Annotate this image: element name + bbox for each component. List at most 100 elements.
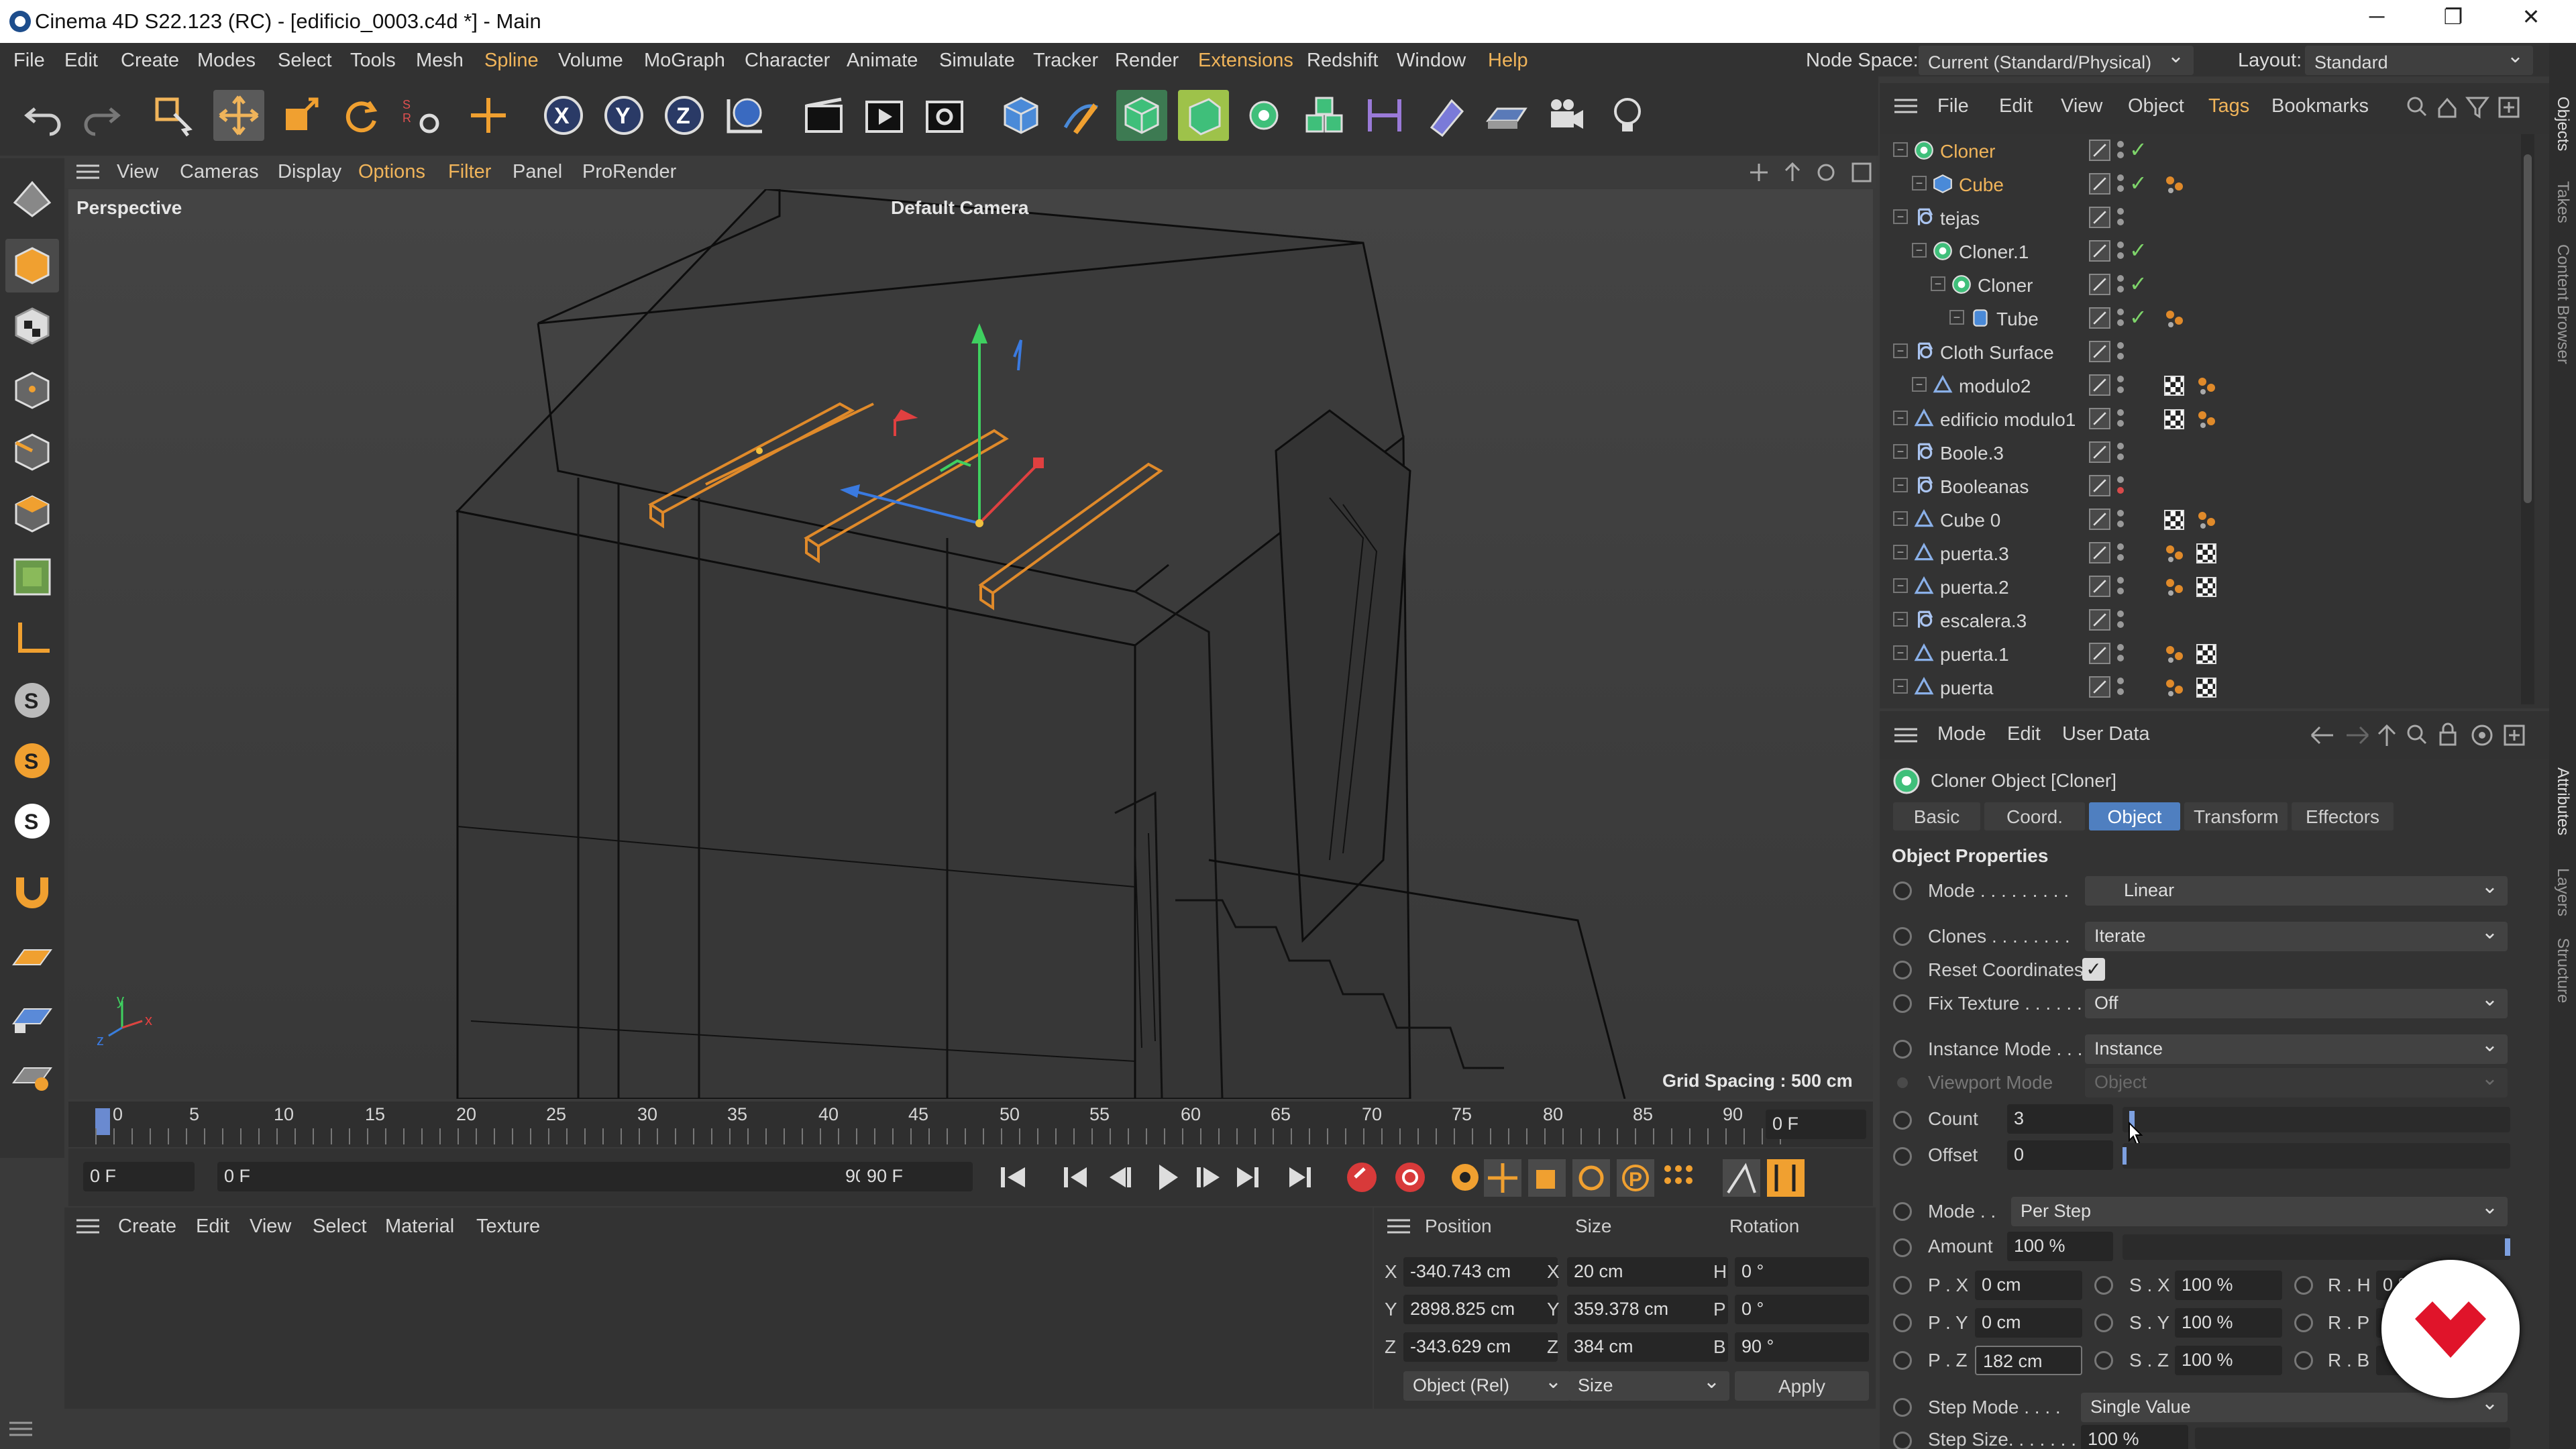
amount-field[interactable]: 100 %: [2007, 1232, 2113, 1261]
viewport-menu-display[interactable]: Display: [278, 161, 341, 183]
enabled-check-icon[interactable]: ✓: [2129, 237, 2147, 263]
mode-dropdown[interactable]: Linear: [2085, 875, 2508, 906]
viewport-menu-cameras[interactable]: Cameras: [180, 161, 259, 183]
object-name[interactable]: puerta.3: [1940, 543, 2009, 565]
side-tab-structure[interactable]: Structure: [2553, 938, 2572, 1003]
sx-field[interactable]: 100 %: [2175, 1271, 2282, 1300]
edges-mode-button[interactable]: [5, 425, 59, 479]
mode-radio[interactable]: [1893, 881, 1912, 900]
offset-field[interactable]: 0: [2007, 1140, 2113, 1170]
attribute-hamburger-icon[interactable]: [1894, 727, 1917, 743]
object-row[interactable]: − Cube 0: [1880, 503, 2517, 537]
apply-button[interactable]: Apply: [1735, 1371, 1869, 1401]
tab-basic[interactable]: Basic: [1893, 802, 1980, 830]
layer-icon[interactable]: [2089, 643, 2110, 664]
menu-tracker[interactable]: Tracker: [1033, 50, 1098, 72]
expand-toggle[interactable]: −: [1893, 142, 1908, 157]
previous-frame-icon[interactable]: [1110, 1167, 1131, 1187]
camera-label[interactable]: Default Camera: [891, 197, 1028, 219]
om-header-icons[interactable]: [2406, 94, 2530, 121]
expand-toggle[interactable]: −: [1893, 645, 1908, 660]
pos-y-field[interactable]: 2898.825 cm: [1403, 1295, 1558, 1324]
object-name[interactable]: modulo2: [1959, 376, 2031, 397]
phong-tag-icon[interactable]: [2164, 577, 2184, 597]
object-list-scrollbar[interactable]: [2521, 134, 2534, 704]
object-row[interactable]: − puerta.2: [1880, 570, 2517, 604]
solo-selection-button[interactable]: S: [5, 794, 59, 848]
expand-toggle[interactable]: −: [1893, 679, 1908, 694]
timeline-ruler[interactable]: 0 5 10 15 20 25 30 35 40 45 50 55 60 65 …: [68, 1102, 1873, 1147]
phong-tag-icon[interactable]: [2196, 510, 2216, 530]
layer-icon[interactable]: [2089, 307, 2110, 329]
viewport-navigation-icons[interactable]: [1748, 161, 1876, 184]
end-frame-field[interactable]: 90 F: [860, 1162, 973, 1191]
am-menu-edit[interactable]: Edit: [2007, 723, 2041, 745]
object-name[interactable]: Tube: [1996, 309, 2039, 330]
expand-toggle[interactable]: −: [1931, 276, 1945, 291]
menu-redshift[interactable]: Redshift: [1307, 50, 1378, 72]
object-name[interactable]: escalera.3: [1940, 610, 2027, 632]
side-tab-content-browser[interactable]: Content Browser: [2553, 244, 2572, 364]
menu-simulate[interactable]: Simulate: [939, 50, 1015, 72]
material-tag-icon[interactable]: [2196, 577, 2216, 597]
object-name[interactable]: puerta.2: [1940, 577, 2009, 598]
layer-icon[interactable]: [2089, 341, 2110, 362]
amount-radio[interactable]: [1893, 1238, 1912, 1257]
live-selection-button[interactable]: [148, 90, 199, 141]
object-name[interactable]: tejas: [1940, 208, 1980, 229]
sz-radio[interactable]: [2094, 1351, 2113, 1370]
render-visibility-dot[interactable]: [2117, 319, 2124, 326]
dope-sheet-icon[interactable]: [1767, 1159, 1805, 1197]
material-menu-material[interactable]: Material: [385, 1216, 454, 1238]
mograph-cubes-button[interactable]: [1299, 90, 1350, 141]
material-menu-view[interactable]: View: [250, 1216, 291, 1238]
enabled-check-icon[interactable]: ✓: [2129, 170, 2147, 196]
hamburger-icon[interactable]: [76, 164, 99, 180]
object-name[interactable]: edificio modulo1: [1940, 409, 2076, 431]
object-row[interactable]: − Cloth Surface: [1880, 335, 2517, 369]
instance-mode-radio[interactable]: [1893, 1040, 1912, 1059]
object-name[interactable]: Cube: [1959, 174, 2004, 196]
render-visibility-dot[interactable]: [2117, 286, 2124, 292]
menu-extensions[interactable]: Extensions: [1198, 50, 1293, 72]
reset-radio[interactable]: [1893, 961, 1912, 979]
object-name[interactable]: puerta.1: [1940, 644, 2009, 665]
object-row[interactable]: − Booleanas: [1880, 470, 2517, 503]
lock-x-button[interactable]: X: [538, 90, 589, 141]
render-settings-button[interactable]: [919, 90, 970, 141]
axis-mode-button[interactable]: [5, 612, 59, 665]
status-hamburger-icon[interactable]: [9, 1421, 32, 1437]
menu-spline[interactable]: Spline: [484, 50, 539, 72]
layer-icon[interactable]: [2089, 173, 2110, 195]
viewport[interactable]: Perspective Default Camera Grid Spacing …: [68, 189, 1873, 1099]
rot-b-field[interactable]: 90 °: [1735, 1332, 1869, 1362]
layer-icon[interactable]: [2089, 475, 2110, 496]
viewport-menu-prorender[interactable]: ProRender: [582, 161, 676, 183]
object-row[interactable]: − modulo2: [1880, 369, 2517, 402]
object-row[interactable]: − Cloner ✓: [1880, 134, 2517, 168]
expand-toggle[interactable]: −: [1893, 612, 1908, 627]
next-key-icon[interactable]: [1237, 1167, 1258, 1187]
clones-radio[interactable]: [1893, 927, 1912, 946]
layer-icon[interactable]: [2089, 274, 2110, 295]
layer-icon[interactable]: [2089, 374, 2110, 396]
enabled-check-icon[interactable]: ✓: [2129, 305, 2147, 330]
pz-radio[interactable]: [1893, 1351, 1912, 1370]
deformer-button[interactable]: [1359, 90, 1410, 141]
render-visibility-dot[interactable]: [2117, 386, 2124, 393]
material-hamburger-icon[interactable]: [76, 1218, 99, 1234]
om-menu-file[interactable]: File: [1937, 95, 1969, 117]
viewport-menu-panel[interactable]: Panel: [513, 161, 562, 183]
render-visibility-dot[interactable]: [2117, 621, 2124, 628]
sy-radio[interactable]: [2094, 1313, 2113, 1332]
coordinate-system-button[interactable]: [719, 90, 770, 141]
material-tag-icon[interactable]: [2164, 510, 2184, 530]
undo-button[interactable]: [17, 90, 68, 141]
layer-icon[interactable]: [2089, 576, 2110, 597]
object-row[interactable]: − puerta: [1880, 671, 2517, 704]
coord-mode-dropdown[interactable]: Object (Rel): [1403, 1370, 1571, 1401]
tab-coord[interactable]: Coord.: [1984, 802, 2085, 830]
am-header-icons[interactable]: [2306, 722, 2534, 749]
menu-select[interactable]: Select: [278, 50, 332, 72]
layer-icon[interactable]: [2089, 408, 2110, 429]
